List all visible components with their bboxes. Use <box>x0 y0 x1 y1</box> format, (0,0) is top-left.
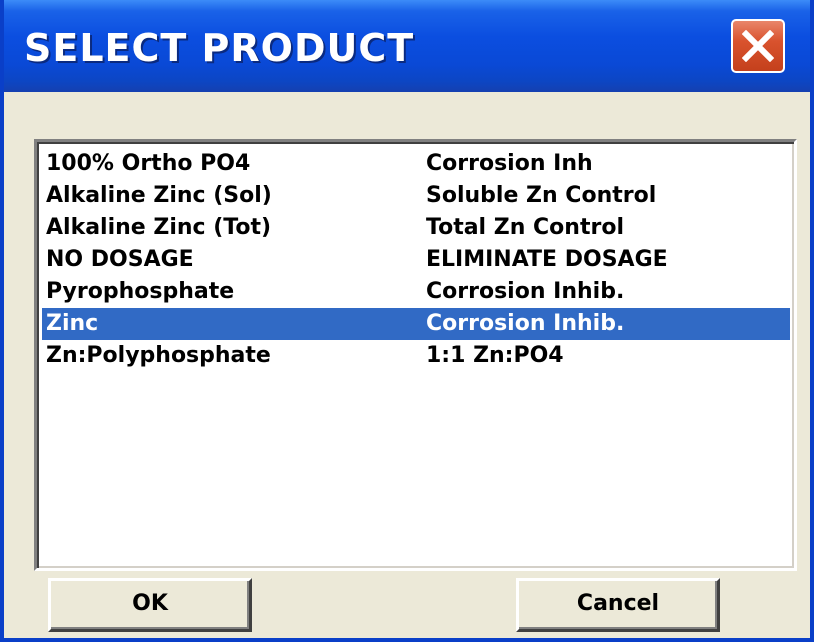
list-item[interactable]: NO DOSAGE ELIMINATE DOSAGE <box>42 244 790 276</box>
dialog-title: SELECT PRODUCT <box>24 26 415 70</box>
list-item[interactable]: Zn:Polyphosphate 1:1 Zn:PO4 <box>42 340 790 372</box>
product-name: Pyrophosphate <box>46 279 235 304</box>
product-listbox[interactable]: 100% Ortho PO4 Corrosion Inh Alkaline Zi… <box>34 139 797 571</box>
product-description: Corrosion Inh <box>426 151 593 176</box>
product-name: NO DOSAGE <box>46 247 194 272</box>
product-name: Zinc <box>46 311 99 336</box>
cancel-button[interactable]: Cancel <box>516 578 720 632</box>
list-item[interactable]: Pyrophosphate Corrosion Inhib. <box>42 276 790 308</box>
product-description: Corrosion Inhib. <box>426 279 625 304</box>
product-description: ELIMINATE DOSAGE <box>426 247 668 272</box>
product-description: 1:1 Zn:PO4 <box>426 343 564 368</box>
close-x-icon <box>742 30 774 62</box>
product-description: Soluble Zn Control <box>426 183 657 208</box>
product-name: Alkaline Zinc (Tot) <box>46 215 272 240</box>
list-item[interactable]: Alkaline Zinc (Tot) Total Zn Control <box>42 212 790 244</box>
close-button[interactable] <box>731 19 785 73</box>
select-product-dialog: SELECT PRODUCT 100% Ortho PO4 Corrosion … <box>0 0 814 642</box>
product-name: Zn:Polyphosphate <box>46 343 271 368</box>
product-name: 100% Ortho PO4 <box>46 151 251 176</box>
ok-button[interactable]: OK <box>48 578 252 632</box>
list-item-selected[interactable]: Zinc Corrosion Inhib. <box>42 308 790 340</box>
product-name: Alkaline Zinc (Sol) <box>46 183 272 208</box>
list-item[interactable]: Alkaline Zinc (Sol) Soluble Zn Control <box>42 180 790 212</box>
title-bar[interactable]: SELECT PRODUCT <box>4 0 810 92</box>
list-item[interactable]: 100% Ortho PO4 Corrosion Inh <box>42 148 790 180</box>
product-description: Corrosion Inhib. <box>426 311 625 336</box>
product-description: Total Zn Control <box>426 215 624 240</box>
